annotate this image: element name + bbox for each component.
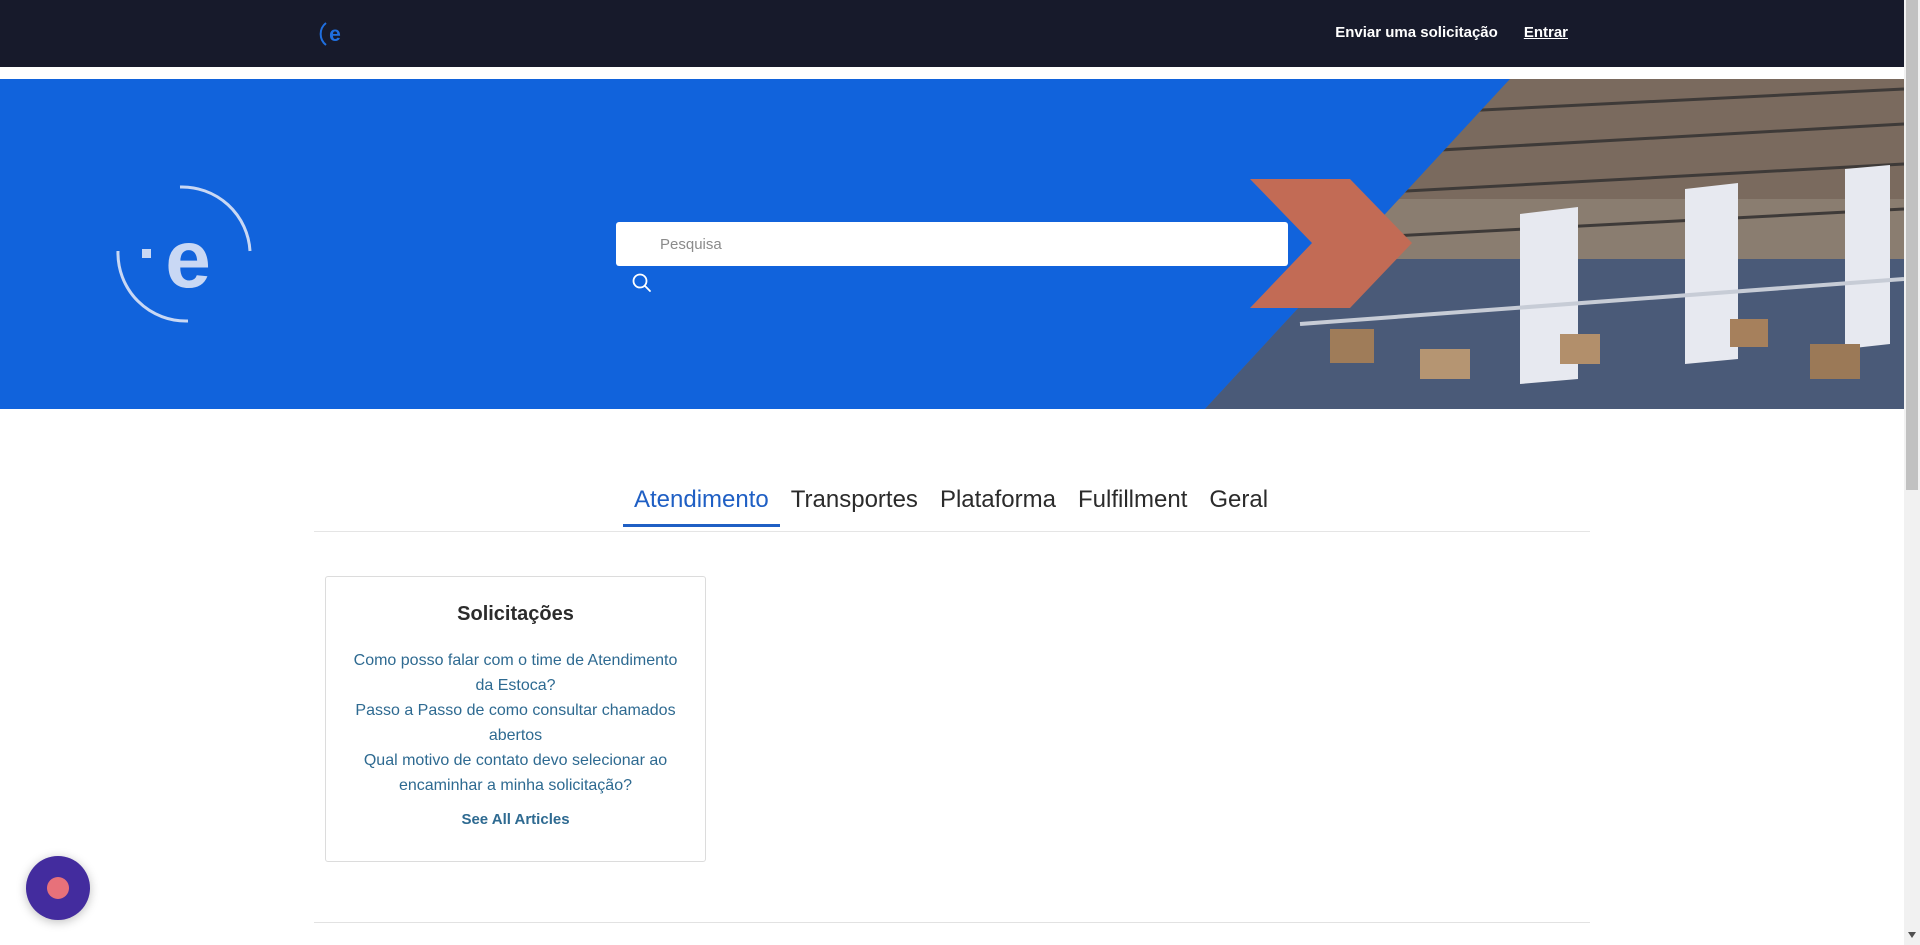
top-navbar: e Enviar uma solicitação Entrar: [0, 0, 1904, 67]
nav-links: Enviar uma solicitação Entrar: [1335, 24, 1568, 41]
see-all-articles-link[interactable]: See All Articles: [461, 811, 569, 828]
svg-text:e: e: [165, 214, 211, 305]
hero-banner: e: [0, 79, 1904, 409]
submit-request-link[interactable]: Enviar uma solicitação: [1335, 24, 1498, 41]
category-tabs: Atendimento Transportes Plataforma Fulfillm…: [314, 486, 1590, 532]
article-link[interactable]: Passo a Passo de como consultar chamados…: [350, 698, 681, 748]
page-scrollbar[interactable]: [1904, 0, 1920, 945]
search-input[interactable]: [616, 222, 1288, 266]
article-link[interactable]: Como posso falar com o time de Atendimen…: [350, 648, 681, 698]
section-title: Solicitações: [457, 603, 574, 625]
scrollbar-thumb[interactable]: [1906, 0, 1918, 490]
search-icon[interactable]: [630, 271, 654, 295]
scroll-down-arrow-icon[interactable]: [1908, 932, 1916, 938]
tab-geral[interactable]: Geral: [1198, 486, 1279, 527]
tab-fulfillment[interactable]: Fulfillment: [1067, 486, 1198, 527]
tab-plataforma[interactable]: Plataforma: [929, 486, 1067, 527]
estoca-hero-logo-icon: e: [116, 185, 252, 323]
section-card: Solicitações Como posso falar com o time…: [325, 576, 706, 862]
sign-in-link[interactable]: Entrar: [1524, 24, 1568, 41]
chat-icon: [47, 877, 69, 899]
tab-atendimento[interactable]: Atendimento: [623, 486, 780, 527]
estoca-logo-icon[interactable]: e: [318, 17, 352, 51]
chat-widget-button[interactable]: [26, 856, 90, 920]
tab-transportes[interactable]: Transportes: [780, 486, 929, 527]
article-list: Como posso falar com o time de Atendimen…: [326, 648, 705, 798]
svg-text:e: e: [329, 23, 341, 46]
article-link[interactable]: Qual motivo de contato devo selecionar a…: [350, 748, 681, 798]
divider: [314, 922, 1590, 923]
